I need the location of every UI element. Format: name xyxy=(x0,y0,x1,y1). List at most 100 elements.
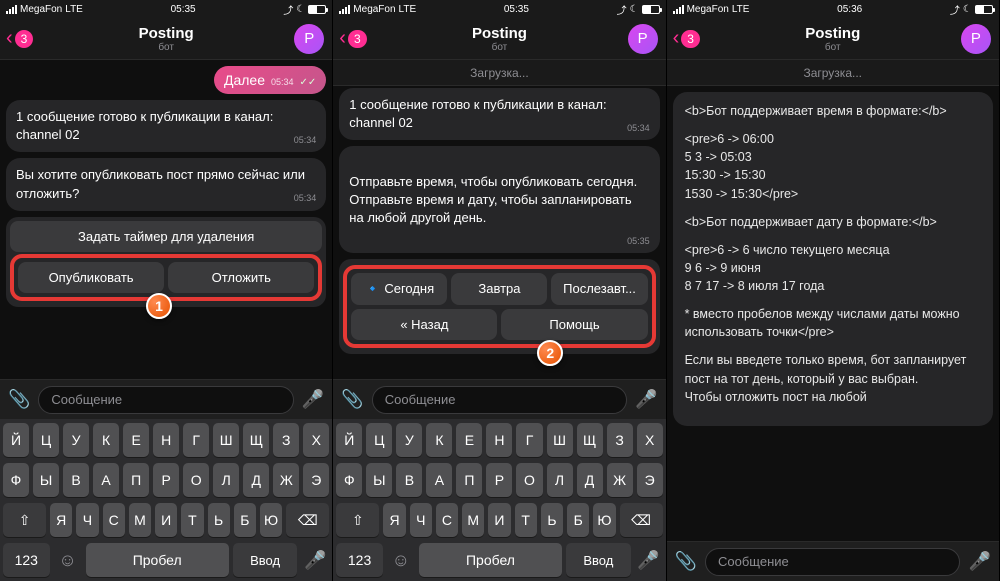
key-А[interactable]: А xyxy=(426,463,452,497)
avatar[interactable]: P xyxy=(628,24,658,54)
message-input[interactable]: Сообщение xyxy=(38,386,293,414)
key-Н[interactable]: Н xyxy=(486,423,512,457)
enter-key[interactable]: Ввод xyxy=(566,543,630,577)
back-inline-button[interactable]: « Назад xyxy=(351,309,497,340)
key-А[interactable]: А xyxy=(93,463,119,497)
chat-area[interactable]: 1 сообщение готово к публикации в канал:… xyxy=(333,86,665,379)
key-Я[interactable]: Я xyxy=(50,503,72,537)
key-И[interactable]: И xyxy=(488,503,510,537)
key-Ы[interactable]: Ы xyxy=(33,463,59,497)
key-Р[interactable]: Р xyxy=(486,463,512,497)
key-З[interactable]: З xyxy=(607,423,633,457)
message-input[interactable]: Сообщение xyxy=(372,386,627,414)
key-Й[interactable]: Й xyxy=(336,423,362,457)
key-Ь[interactable]: Ь xyxy=(541,503,563,537)
key-К[interactable]: К xyxy=(93,423,119,457)
key-Ц[interactable]: Ц xyxy=(33,423,59,457)
key-Т[interactable]: Т xyxy=(181,503,203,537)
enter-key[interactable]: Ввод xyxy=(233,543,297,577)
back-button[interactable]: ‹ 3 xyxy=(339,27,366,50)
key-Ш[interactable]: Ш xyxy=(547,423,573,457)
key-Ж[interactable]: Ж xyxy=(273,463,299,497)
tomorrow-button[interactable]: Завтра xyxy=(451,273,547,305)
key-Ф[interactable]: Ф xyxy=(3,463,29,497)
back-button[interactable]: ‹ 3 xyxy=(673,27,700,50)
key-П[interactable]: П xyxy=(123,463,149,497)
avatar[interactable]: P xyxy=(961,24,991,54)
key-Н[interactable]: Н xyxy=(153,423,179,457)
key-В[interactable]: В xyxy=(63,463,89,497)
delay-button[interactable]: Отложить xyxy=(168,262,314,293)
key-О[interactable]: О xyxy=(516,463,542,497)
backspace-key[interactable]: ⌫ xyxy=(286,503,329,537)
timer-button[interactable]: Задать таймер для удаления xyxy=(10,221,322,252)
key-И[interactable]: И xyxy=(155,503,177,537)
key-Ь[interactable]: Ь xyxy=(208,503,230,537)
key-Г[interactable]: Г xyxy=(183,423,209,457)
key-У[interactable]: У xyxy=(63,423,89,457)
space-key[interactable]: Пробел xyxy=(419,543,562,577)
key-З[interactable]: З xyxy=(273,423,299,457)
attach-icon[interactable]: 📎 xyxy=(341,389,363,410)
key-Ю[interactable]: Ю xyxy=(593,503,615,537)
key-Х[interactable]: Х xyxy=(637,423,663,457)
space-key[interactable]: Пробел xyxy=(86,543,229,577)
key-В[interactable]: В xyxy=(396,463,422,497)
chat-area[interactable]: <b>Бот поддерживает время в формате:</b>… xyxy=(667,86,999,541)
backspace-key[interactable]: ⌫ xyxy=(620,503,663,537)
dictation-key[interactable]: 🎤 xyxy=(635,550,663,571)
key-С[interactable]: С xyxy=(436,503,458,537)
key-М[interactable]: М xyxy=(462,503,484,537)
key-Е[interactable]: Е xyxy=(123,423,149,457)
publish-button[interactable]: Опубликовать xyxy=(18,262,164,293)
avatar[interactable]: P xyxy=(294,24,324,54)
key-Ц[interactable]: Ц xyxy=(366,423,392,457)
help-button[interactable]: Помощь xyxy=(501,309,647,340)
emoji-key[interactable]: ☺ xyxy=(54,550,82,571)
key-Т[interactable]: Т xyxy=(515,503,537,537)
numbers-key[interactable]: 123 xyxy=(3,543,50,577)
key-Б[interactable]: Б xyxy=(567,503,589,537)
after-tomorrow-button[interactable]: Послезавт... xyxy=(551,273,647,305)
message-input[interactable]: Сообщение xyxy=(705,548,960,576)
numbers-key[interactable]: 123 xyxy=(336,543,383,577)
key-Ч[interactable]: Ч xyxy=(76,503,98,537)
key-Л[interactable]: Л xyxy=(547,463,573,497)
mic-icon[interactable]: 🎤 xyxy=(968,551,990,572)
key-Ш[interactable]: Ш xyxy=(213,423,239,457)
key-Ж[interactable]: Ж xyxy=(607,463,633,497)
key-У[interactable]: У xyxy=(396,423,422,457)
key-Й[interactable]: Й xyxy=(3,423,29,457)
attach-icon[interactable]: 📎 xyxy=(675,551,697,572)
key-Д[interactable]: Д xyxy=(577,463,603,497)
attach-icon[interactable]: 📎 xyxy=(8,389,30,410)
key-С[interactable]: С xyxy=(103,503,125,537)
key-П[interactable]: П xyxy=(456,463,482,497)
key-Ч[interactable]: Ч xyxy=(410,503,432,537)
key-Ф[interactable]: Ф xyxy=(336,463,362,497)
shift-key[interactable]: ⇧ xyxy=(336,503,379,537)
key-О[interactable]: О xyxy=(183,463,209,497)
key-Э[interactable]: Э xyxy=(637,463,663,497)
shift-key[interactable]: ⇧ xyxy=(3,503,46,537)
today-button[interactable]: 🔹 Сегодня xyxy=(351,273,447,305)
emoji-key[interactable]: ☺ xyxy=(387,550,415,571)
mic-icon[interactable]: 🎤 xyxy=(635,389,657,410)
key-Щ[interactable]: Щ xyxy=(577,423,603,457)
back-button[interactable]: ‹ 3 xyxy=(6,27,33,50)
key-Д[interactable]: Д xyxy=(243,463,269,497)
key-М[interactable]: М xyxy=(129,503,151,537)
key-К[interactable]: К xyxy=(426,423,452,457)
key-Э[interactable]: Э xyxy=(303,463,329,497)
key-Б[interactable]: Б xyxy=(234,503,256,537)
key-Ю[interactable]: Ю xyxy=(260,503,282,537)
key-Х[interactable]: Х xyxy=(303,423,329,457)
chat-area[interactable]: Далее 05:34 ✓✓ 1 сообщение готово к публ… xyxy=(0,60,332,379)
key-Ы[interactable]: Ы xyxy=(366,463,392,497)
key-Е[interactable]: Е xyxy=(456,423,482,457)
key-Щ[interactable]: Щ xyxy=(243,423,269,457)
key-Г[interactable]: Г xyxy=(516,423,542,457)
dictation-key[interactable]: 🎤 xyxy=(301,550,329,571)
key-Р[interactable]: Р xyxy=(153,463,179,497)
key-Л[interactable]: Л xyxy=(213,463,239,497)
